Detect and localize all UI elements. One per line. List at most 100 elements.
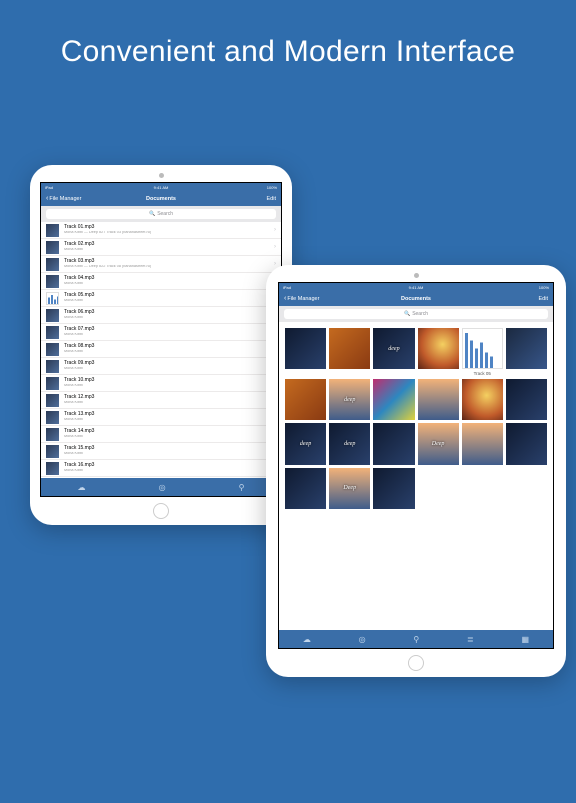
back-label: File Manager	[49, 196, 81, 202]
album-art-thumb	[46, 462, 59, 475]
file-subtitle: Mona Kibbi	[64, 350, 94, 354]
search-input[interactable]: 🔍 Search	[46, 209, 276, 219]
list-item[interactable]: Track 02.mp3Mona Kibbi ›	[41, 239, 281, 256]
search-input[interactable]: 🔍 Search	[284, 309, 548, 319]
list-item[interactable]: Track 10.mp3Mona Kibbi›	[41, 375, 281, 392]
file-subtitle: Mona Kibbi	[64, 452, 94, 456]
tab-list-icon[interactable]: ≣	[467, 635, 474, 644]
album-overlay-text: Deep	[329, 468, 370, 509]
file-name: Track 05.mp3	[64, 293, 94, 298]
file-subtitle: Mona Kibbi	[64, 418, 94, 422]
album-art-thumb	[46, 411, 59, 424]
search-bar: 🔍 Search	[41, 206, 281, 222]
album-art-cell[interactable]: deep	[329, 379, 370, 420]
file-name: Track 12.mp3	[64, 395, 94, 400]
album-art-cell[interactable]	[418, 328, 459, 369]
tab-search-icon[interactable]: ⚲	[239, 483, 245, 492]
album-art-cell[interactable]	[418, 379, 459, 420]
list-item[interactable]: Track 04.mp3Mona Kibbi›	[41, 273, 281, 290]
album-art-cell[interactable]	[373, 423, 414, 464]
search-bar: 🔍 Search	[279, 306, 553, 322]
back-button[interactable]: ‹File Manager	[284, 295, 319, 302]
album-art-cell[interactable]	[506, 328, 547, 369]
file-name: Track 01.mp3	[64, 225, 151, 230]
chevron-left-icon: ‹	[284, 295, 286, 302]
device-camera	[414, 273, 419, 278]
device-camera	[159, 173, 164, 178]
marketing-headline: Convenient and Modern Interface	[0, 35, 576, 69]
device-ipad-grid: iPad 9:41 AM 100% ‹File Manager Document…	[266, 265, 566, 677]
list-item[interactable]: Track 01.mp3Mona Kibbi — Deep #27 Track …	[41, 222, 281, 239]
search-icon: 🔍	[149, 211, 155, 217]
status-bar: iPad 9:41 AM 100%	[279, 283, 553, 291]
album-art-cell[interactable]	[506, 423, 547, 464]
tab-cloud-icon[interactable]: ☁︎	[303, 635, 311, 644]
back-label: File Manager	[287, 296, 319, 302]
edit-button[interactable]: Edit	[539, 296, 548, 302]
list-item[interactable]: Track 14.mp3Mona Kibbi›	[41, 426, 281, 443]
list-item[interactable]: Track 05.mp3Mona Kibbi›	[41, 290, 281, 307]
album-art-cell[interactable]	[285, 379, 326, 420]
file-grid[interactable]: deepTrack 05deepdeepdeepDeepDeep	[285, 328, 547, 509]
list-item[interactable]: Track 03.mp3Mona Kibbi — Deep #22 Track …	[41, 256, 281, 273]
file-list[interactable]: Track 01.mp3Mona Kibbi — Deep #27 Track …	[41, 222, 281, 478]
status-time: 9:41 AM	[278, 285, 554, 290]
tab-cloud-icon[interactable]: ☁︎	[78, 483, 86, 492]
device-ipad-list: iPad 9:41 AM 100% ‹File Manager Document…	[30, 165, 292, 525]
list-item[interactable]: Track 06.mp3Mona Kibbi›	[41, 307, 281, 324]
list-item[interactable]: Track 13.mp3Mona Kibbi›	[41, 409, 281, 426]
album-art-cell[interactable]	[373, 468, 414, 509]
home-button[interactable]	[408, 655, 424, 671]
album-art-cell[interactable]	[285, 328, 326, 369]
file-grid-wrap: deepTrack 05deepdeepdeepDeepDeep	[279, 322, 553, 630]
album-overlay-text: Deep	[418, 423, 459, 464]
tab-globe-icon[interactable]: ◎	[159, 483, 166, 492]
home-button[interactable]	[153, 503, 169, 519]
album-art-thumb	[46, 241, 59, 254]
album-art-cell[interactable]	[329, 328, 370, 369]
file-subtitle: Mona Kibbi	[64, 367, 94, 371]
album-art-cell[interactable]	[373, 379, 414, 420]
album-art-thumb	[46, 360, 59, 373]
file-subtitle: Mona Kibbi — Deep #27 Track 03 (bananast…	[64, 231, 151, 235]
album-art-cell[interactable]: deep	[285, 423, 326, 464]
list-item[interactable]: Track 16.mp3Mona Kibbi›	[41, 460, 281, 477]
album-art-thumb	[46, 445, 59, 458]
album-art-cell[interactable]: deep	[373, 328, 414, 369]
album-art-cell[interactable]	[506, 379, 547, 420]
file-name: Track 06.mp3	[64, 310, 94, 315]
album-art-cell[interactable]: Deep	[329, 468, 370, 509]
file-subtitle: Mona Kibbi — Deep #22 Track 08 (bananast…	[64, 265, 151, 269]
file-subtitle: Mona Kibbi	[64, 248, 94, 252]
album-art-cell[interactable]	[285, 468, 326, 509]
equalizer-icon[interactable]	[462, 328, 503, 369]
album-art-cell[interactable]: Deep	[418, 423, 459, 464]
album-art-thumb	[46, 275, 59, 288]
tab-search-icon[interactable]: ⚲	[413, 635, 419, 644]
list-item[interactable]: Track 08.mp3Mona Kibbi›	[41, 341, 281, 358]
album-overlay-text: deep	[329, 379, 370, 420]
album-art-cell[interactable]	[462, 379, 503, 420]
back-button[interactable]: ‹File Manager	[46, 195, 81, 202]
album-art-cell[interactable]: deep	[329, 423, 370, 464]
list-item[interactable]: Track 09.mp3Mona Kibbi›	[41, 358, 281, 375]
album-art-thumb	[46, 428, 59, 441]
file-subtitle: Mona Kibbi	[64, 384, 94, 388]
file-name: Track 02.mp3	[64, 242, 94, 247]
file-name: Track 14.mp3	[64, 429, 94, 434]
chevron-right-icon: ›	[274, 244, 276, 250]
edit-button[interactable]: Edit	[267, 196, 276, 202]
file-subtitle: Mona Kibbi	[64, 333, 94, 337]
list-item[interactable]: Track 15.mp3Mona Kibbi›	[41, 443, 281, 460]
list-item[interactable]: Track 07.mp3Mona Kibbi›	[41, 324, 281, 341]
tab-grid-icon[interactable]: ▦	[521, 635, 529, 644]
chevron-right-icon: ›	[274, 227, 276, 233]
album-art-cell[interactable]	[462, 423, 503, 464]
list-item[interactable]: Track 12.mp3Mona Kibbi›	[41, 392, 281, 409]
equalizer-icon	[46, 292, 59, 305]
tab-bar: ☁︎ ◎ ⚲	[41, 478, 281, 496]
status-time: 9:41 AM	[40, 185, 282, 190]
tab-bar: ☁︎ ◎ ⚲ ≣ ▦	[279, 630, 553, 648]
file-name: Track 15.mp3	[64, 446, 94, 451]
tab-globe-icon[interactable]: ◎	[359, 635, 366, 644]
